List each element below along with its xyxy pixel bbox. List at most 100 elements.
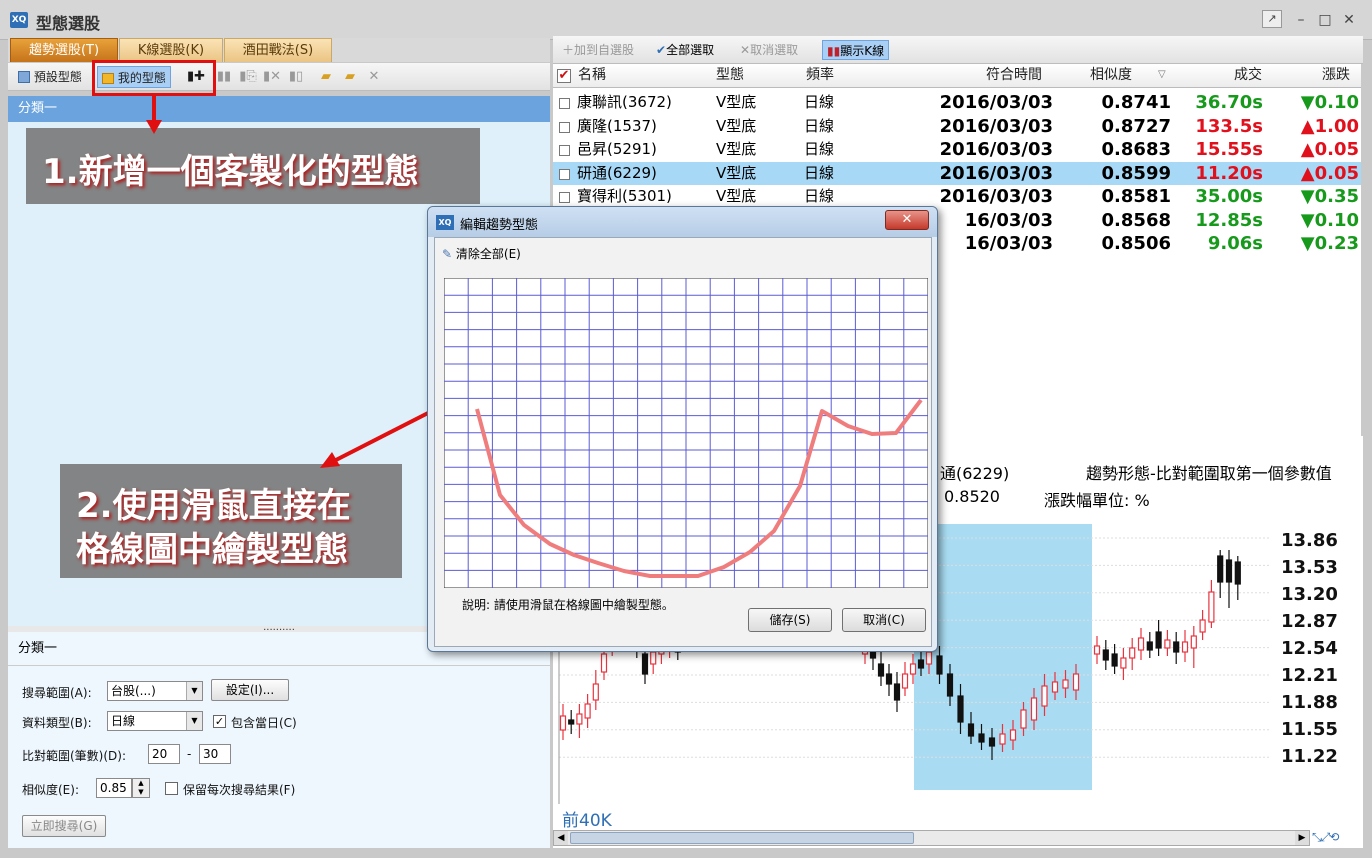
tab-k-line-selection[interactable]: K線選股(K)	[119, 38, 223, 62]
row-checkbox[interactable]	[559, 145, 570, 156]
y-tick-label: 13.86	[1281, 530, 1338, 551]
row-freq: 日線	[804, 140, 835, 158]
dialog-close-button[interactable]: ✕	[885, 210, 929, 230]
col-price[interactable]: 成交	[1234, 64, 1262, 88]
copy-pattern-icon[interactable]: ▮⎘	[238, 67, 258, 87]
row-name: 康聯訊(3672)	[577, 93, 672, 111]
keep-results-label: 保留每次搜尋結果(F)	[183, 783, 296, 797]
row-name: 邑昇(5291)	[577, 140, 657, 158]
sort-desc-icon[interactable]: ▽	[1158, 64, 1166, 88]
scroll-left-icon[interactable]: ◀	[554, 831, 568, 845]
clear-all-label: 清除全部(E)	[455, 247, 521, 261]
search-range-select[interactable]: 台股(...) ▼	[107, 681, 203, 701]
row-checkbox[interactable]	[559, 121, 570, 133]
search-now-button[interactable]: 立即搜尋(G)	[22, 815, 106, 837]
candle-body	[967, 723, 975, 737]
table-row[interactable]: 康聯訊(3672) V型底 日線 2016/03/03 0.8741 36.70s ▼0.1…	[553, 91, 1361, 115]
candle-body	[1020, 709, 1027, 729]
maximize-button[interactable]: □	[1314, 10, 1336, 30]
rename-pattern-icon[interactable]: ▮▯	[286, 67, 306, 87]
col-type[interactable]: 型態	[716, 64, 744, 88]
close-button[interactable]: ✕	[1338, 10, 1360, 30]
y-tick-label: 11.22	[1281, 746, 1338, 767]
table-row[interactable]: 研通(6229) V型底 日線 2016/03/03 0.8599 11.20s ▲0.05	[553, 161, 1361, 185]
delete-pattern-icon[interactable]: ▮✕	[262, 67, 282, 87]
edit-trend-pattern-dialog: XQ 編輯趨勢型態 ✕ ✎ 清除全部(E) 說明: 請使用滑鼠在格線圖中繪製型態…	[427, 206, 938, 652]
col-name[interactable]: 名稱	[578, 64, 606, 88]
candle-body	[1051, 681, 1059, 693]
pattern-drawing-grid[interactable]	[444, 278, 928, 588]
select-all-button[interactable]: ✔全部選取	[656, 40, 714, 60]
candle-body	[641, 653, 649, 675]
window-title: 型態選股	[36, 14, 101, 33]
edit-folder-icon[interactable]: ▰	[340, 67, 360, 87]
dialog-title: 編輯趨勢型態	[460, 218, 539, 233]
chart-scrollbar[interactable]: ◀ ▶	[553, 830, 1310, 846]
candle-body	[592, 683, 599, 701]
settings-button[interactable]: 設定(I)...	[211, 679, 289, 701]
previous-40k-link[interactable]: 前40K	[562, 806, 612, 831]
show-k-line-button[interactable]: ▮▮顯示K線	[822, 40, 890, 60]
candle-body	[917, 659, 925, 669]
dialog-description: 說明: 請使用滑鼠在格線圖中繪製型態。	[462, 598, 674, 612]
row-price: 11.20s	[1195, 162, 1263, 184]
keep-results-checkbox[interactable]	[165, 782, 178, 795]
clear-all-button[interactable]: ✎ 清除全部(E)	[442, 245, 521, 262]
cancel-button[interactable]: 取消(C)	[842, 608, 926, 632]
table-row[interactable]: 邑昇(5291) V型底 日線 2016/03/03 0.8683 15.55s ▲0.05	[553, 138, 1361, 162]
candle-body	[957, 695, 964, 723]
row-type: V型底	[716, 163, 757, 182]
scroll-right-icon[interactable]: ▶	[1295, 831, 1309, 845]
tab-trend-selection[interactable]: 趨勢選股(T)	[10, 38, 118, 62]
row-price: 36.70s	[1195, 92, 1263, 113]
row-similarity: 0.8741	[1101, 92, 1171, 113]
scroll-thumb[interactable]	[570, 832, 914, 844]
delete-folder-icon[interactable]: ✕	[364, 67, 384, 87]
row-similarity: 0.8683	[1101, 139, 1171, 160]
candle-body	[1009, 729, 1017, 741]
candle-body	[1102, 649, 1109, 661]
col-similarity[interactable]: 相似度	[1090, 64, 1132, 88]
annotation-step2-line2: 格線圖中繪製型態	[76, 530, 348, 570]
deselect-button[interactable]: ✕取消選取	[740, 40, 798, 60]
app-logo-icon: XQ	[10, 12, 28, 28]
tab-sakata-method[interactable]: 酒田戰法(S)	[224, 38, 332, 62]
minimize-button[interactable]: –	[1290, 10, 1312, 30]
col-freq[interactable]: 頻率	[806, 64, 834, 88]
col-match-time[interactable]: 符合時間	[986, 64, 1042, 88]
preset-pattern-button[interactable]: 預設型態	[14, 66, 86, 88]
row-checkbox[interactable]	[559, 192, 570, 203]
dialog-app-icon: XQ	[436, 215, 454, 230]
similarity-stepper[interactable]: ▲ ▼	[132, 778, 150, 798]
select-all-checkbox[interactable]: ✔	[557, 69, 571, 83]
add-folder-icon[interactable]: ▰	[316, 67, 336, 87]
table-row[interactable]: 寶得利(5301) V型底 日線 2016/03/03 0.8581 35.00s ▼0.3…	[553, 185, 1361, 209]
row-price: 35.00s	[1195, 186, 1263, 207]
help-icon[interactable]: ↗	[1262, 10, 1282, 28]
category-header[interactable]: 分類一	[8, 96, 550, 122]
candle-body	[988, 737, 996, 747]
table-row[interactable]: 廣隆(1537) V型底 日線 2016/03/03 0.8727 133.5s ▲1.00	[553, 115, 1361, 139]
row-checkbox[interactable]	[559, 98, 570, 109]
compare-to-input[interactable]: 30	[199, 744, 231, 764]
save-button[interactable]: 儲存(S)	[748, 608, 832, 632]
select-all-label: 全部選取	[666, 43, 715, 57]
candle-body	[1217, 555, 1224, 583]
row-checkbox[interactable]	[559, 168, 570, 180]
add-to-watchlist-button[interactable]: ＋加到自選股	[562, 40, 634, 60]
compare-from-input[interactable]: 20	[148, 744, 180, 764]
row-time: 2016/03/03	[939, 115, 1053, 137]
data-type-select[interactable]: 日線 ▼	[107, 711, 203, 731]
candle-body	[1120, 657, 1127, 669]
row-freq: 日線	[804, 187, 835, 205]
include-today-checkbox[interactable]: ✓	[213, 715, 226, 728]
deselect-label: 取消選取	[750, 43, 799, 57]
similarity-input[interactable]: 0.85	[96, 778, 132, 798]
zoom-controls-icon[interactable]: ⤡⤢⟲	[1312, 830, 1360, 846]
row-type: V型底	[716, 93, 757, 111]
candle-body	[1072, 673, 1080, 691]
edit-pattern-icon[interactable]: ▮▮	[214, 67, 234, 87]
row-name: 廣隆(1537)	[577, 116, 657, 135]
search-range-value: 台股(...)	[111, 684, 156, 698]
col-change[interactable]: 漲跌	[1322, 64, 1350, 88]
